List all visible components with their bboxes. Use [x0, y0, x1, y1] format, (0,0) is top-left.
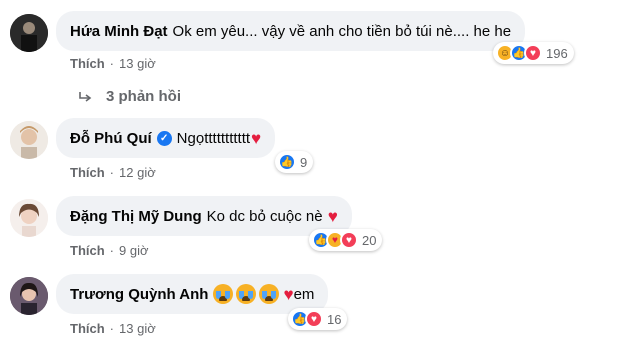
- avatar[interactable]: [10, 277, 48, 315]
- reaction-summary[interactable]: 👍 ♥ 16: [288, 308, 348, 330]
- reaction-count: 196: [546, 45, 568, 61]
- comment-bubble: Đặng Thị Mỹ Dung Ko dc bỏ cuộc nè ♥: [56, 196, 352, 236]
- comment-text-content: Ngọttttttttttt: [176, 129, 251, 147]
- comment-bubble: Đỗ Phú Quí ✓ Ngọttttttttttt ♥: [56, 118, 276, 158]
- replies-count-label: 3 phản hồi: [106, 88, 181, 105]
- love-icon: ♥: [305, 310, 323, 328]
- avatar[interactable]: [10, 121, 48, 159]
- separator-dot: ·: [109, 165, 115, 180]
- reaction-count: 9: [300, 154, 308, 170]
- comment-time[interactable]: 13 giờ: [119, 56, 156, 71]
- avatar[interactable]: [10, 14, 48, 52]
- comment-bubble: Trương Quỳnh Anh ♥ em: [56, 274, 329, 314]
- comment-text-content: em: [293, 285, 315, 303]
- comment-author[interactable]: Đỗ Phú Quí: [70, 130, 152, 147]
- comment-author[interactable]: Đặng Thị Mỹ Dung: [70, 208, 202, 225]
- crying-emoji-icon: [259, 284, 280, 304]
- heart-emoji-icon: ♥: [327, 206, 338, 226]
- comment-meta: Thích · 9 giờ: [70, 243, 149, 258]
- like-link[interactable]: Thích: [70, 165, 105, 180]
- crying-emoji-icon: [236, 284, 257, 304]
- like-link[interactable]: Thích: [70, 56, 105, 71]
- separator-dot: ·: [109, 56, 115, 71]
- comment-author[interactable]: Hứa Minh Đạt: [70, 23, 168, 40]
- like-icon: 👍: [278, 153, 296, 171]
- comment-time[interactable]: 12 giờ: [119, 165, 156, 180]
- comment-meta: Thích · 12 giờ: [70, 165, 156, 180]
- comment-time[interactable]: 9 giờ: [119, 243, 149, 258]
- reaction-summary[interactable]: 👍 9: [275, 151, 314, 173]
- heart-emoji-icon: ♥: [251, 128, 262, 148]
- love-icon: ♥: [340, 231, 358, 249]
- separator-dot: ·: [109, 243, 115, 258]
- like-link[interactable]: Thích: [70, 321, 105, 336]
- reply-arrow-icon: [79, 91, 92, 102]
- heart-emoji-icon: ♥: [283, 284, 294, 304]
- comment-text: Ngọttttttttttt ♥: [177, 130, 261, 147]
- reaction-count: 16: [327, 311, 342, 327]
- crying-emoji-icon: [213, 284, 234, 304]
- comment-meta: Thích · 13 giờ: [70, 321, 156, 336]
- comment-bubble: Hứa Minh Đạt Ok em yêu... vậy về anh cho…: [56, 11, 526, 51]
- verified-badge-icon: ✓: [156, 130, 172, 146]
- comment-text: Ko dc bỏ cuộc nè ♥: [207, 208, 338, 225]
- reaction-count: 20: [362, 232, 377, 248]
- comment-author[interactable]: Trương Quỳnh Anh: [70, 286, 208, 303]
- comment-text-content: Ko dc bỏ cuộc nè: [206, 207, 323, 225]
- separator-dot: ·: [109, 321, 115, 336]
- like-link[interactable]: Thích: [70, 243, 105, 258]
- love-icon: ♥: [524, 44, 542, 62]
- reaction-summary[interactable]: ☺ 👍 ♥ 196: [493, 42, 574, 64]
- comment-text: ♥ em: [213, 284, 314, 304]
- comment-text: Ok em yêu... vậy về anh cho tiền bỏ túi …: [172, 22, 512, 40]
- comment-time[interactable]: 13 giờ: [119, 321, 156, 336]
- avatar[interactable]: [10, 199, 48, 237]
- comment-meta: Thích · 13 giờ: [70, 56, 156, 71]
- reaction-summary[interactable]: 👍 ♥ ♥ 20: [309, 229, 383, 251]
- view-replies-link[interactable]: 3 phản hồi: [78, 88, 181, 105]
